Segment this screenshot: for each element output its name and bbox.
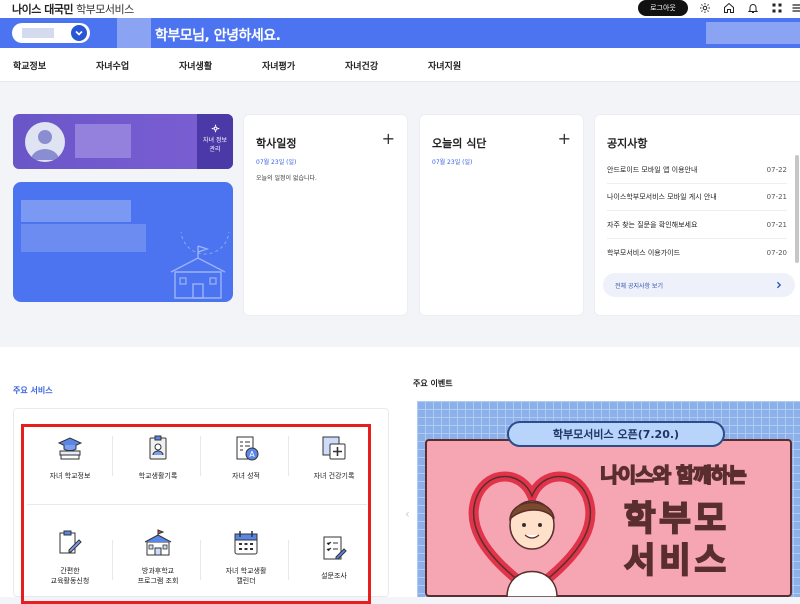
- event-line-3: 서비스: [623, 540, 730, 582]
- all-notices-label: 전체 공지사항 보기: [615, 282, 663, 290]
- nav-item-class[interactable]: 자녀수업: [96, 59, 129, 72]
- main-nav: 학교정보 자녀수업 자녀생활 자녀평가 자녀건강 자녀지원: [0, 48, 800, 82]
- schedule-title: 학사일정: [256, 137, 297, 150]
- menu-icon[interactable]: [790, 1, 800, 15]
- user-info-redacted: [706, 22, 800, 44]
- notice-date: 07-20: [766, 248, 787, 257]
- notice-item[interactable]: 나이스학부모서비스 모바일 게시 안내 07-21: [607, 184, 787, 211]
- brand-sub: 학부모서비스: [76, 3, 134, 16]
- child-school-redacted: [21, 200, 131, 222]
- schedule-date: 07월 23일 (일): [256, 159, 297, 166]
- notice-date: 07-21: [766, 221, 787, 229]
- grid-icon[interactable]: [770, 1, 784, 15]
- nav-item-health[interactable]: 자녀건강: [345, 59, 378, 72]
- school-icon: [170, 232, 230, 299]
- schedule-card: 학사일정 + 07월 23일 (일) 오늘의 일정이 없습니다.: [243, 114, 408, 316]
- logout-button[interactable]: 로그아웃: [638, 0, 688, 16]
- event-prev-icon[interactable]: ‹: [405, 507, 410, 521]
- manage-label-1: 자녀 정보: [203, 137, 227, 144]
- notice-item[interactable]: 학부모서비스 이용가이드 07-20: [607, 239, 787, 266]
- profile-name-redacted: [75, 124, 131, 158]
- meal-card: 오늘의 식단 + 07월 23일 (일): [419, 114, 584, 316]
- notice-text: 안드로이드 모바일 앱 이용안내: [607, 166, 698, 174]
- schedule-empty-text: 오늘의 일정이 없습니다.: [256, 175, 317, 182]
- notice-text: 학부모서비스 이용가이드: [607, 248, 681, 257]
- avatar: [25, 122, 65, 162]
- greeting-text: 학부모님, 안녕하세요.: [155, 28, 281, 44]
- meal-title: 오늘의 식단: [432, 137, 487, 150]
- gear-icon[interactable]: [698, 1, 712, 15]
- child-name-redacted: [21, 224, 146, 252]
- chevron-down-icon[interactable]: [71, 25, 87, 41]
- notice-item[interactable]: 자주 찾는 질문을 확인해보세요 07-21: [607, 212, 787, 239]
- bell-icon[interactable]: [746, 1, 760, 15]
- schedule-add-icon[interactable]: +: [382, 131, 395, 147]
- greeting-bar: 학부모님, 안녕하세요.: [0, 18, 800, 48]
- parent-name-redacted: [117, 18, 151, 48]
- notice-card: 공지사항 안드로이드 모바일 앱 이용안내 07-22 나이스학부모서비스 모바일…: [594, 114, 800, 316]
- notice-text: 나이스학부모서비스 모바일 게시 안내: [607, 193, 717, 201]
- site-logo[interactable]: 나이스 대국민 학부모서비스: [12, 1, 134, 17]
- scrollbar[interactable]: [795, 155, 799, 263]
- notice-date: 07-22: [766, 166, 787, 174]
- manage-label-2: 관리: [209, 146, 221, 153]
- home-icon[interactable]: [722, 1, 736, 15]
- nav-item-evaluation[interactable]: 자녀평가: [262, 59, 295, 72]
- child-info-manage-button[interactable]: 자녀 정보 관리: [197, 114, 233, 169]
- highlight-box: [21, 424, 371, 604]
- child-select[interactable]: [12, 23, 90, 43]
- notice-date: 07-21: [766, 193, 787, 201]
- meal-add-icon[interactable]: +: [558, 131, 571, 147]
- child-name-redacted: [22, 28, 54, 38]
- gear-icon: [211, 124, 219, 133]
- top-bar: 나이스 대국민 학부모서비스 로그아웃: [0, 0, 800, 18]
- all-notices-button[interactable]: 전체 공지사항 보기: [603, 273, 795, 297]
- event-banner-title: 학부모서비스 오픈(7.20.): [507, 421, 725, 447]
- events-title: 주요 이벤트: [413, 379, 453, 388]
- profile-card: 자녀 정보 관리: [13, 114, 233, 169]
- chevron-right-icon: [776, 281, 782, 289]
- nav-item-support[interactable]: 자녀지원: [428, 59, 461, 72]
- event-banner[interactable]: 학부모서비스 오픈(7.20.) 나이스와 함께하는 학부모 서비스: [417, 401, 800, 597]
- notice-item[interactable]: 안드로이드 모바일 앱 이용안내 07-22: [607, 157, 787, 184]
- nav-item-life[interactable]: 자녀생활: [179, 59, 212, 72]
- notice-text: 자주 찾는 질문을 확인해보세요: [607, 221, 698, 229]
- notice-title: 공지사항: [607, 137, 648, 150]
- services-title: 주요 서비스: [13, 386, 53, 395]
- nav-item-school-info[interactable]: 학교정보: [13, 59, 46, 72]
- meal-date: 07월 23일 (일): [432, 159, 473, 166]
- brand-name: 나이스 대국민: [12, 3, 74, 16]
- event-line-1: 나이스와 함께하는: [600, 462, 748, 488]
- child-card[interactable]: [13, 182, 233, 302]
